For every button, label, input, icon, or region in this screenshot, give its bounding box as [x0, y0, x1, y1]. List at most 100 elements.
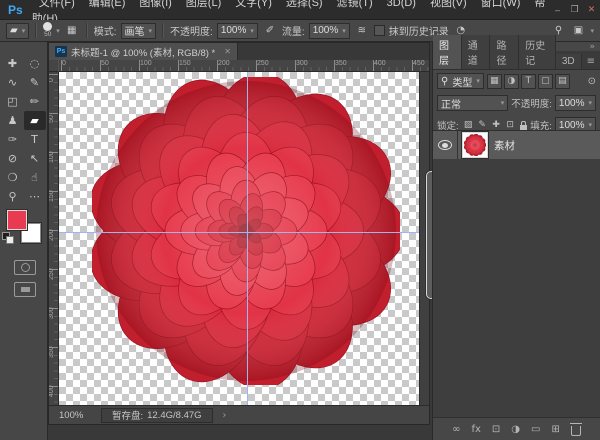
- lasso-tool[interactable]: ∿: [2, 73, 24, 92]
- filter-type-select[interactable]: ⚲ 类型 ▾: [437, 73, 484, 89]
- menu-item[interactable]: 窗口(W): [474, 0, 528, 9]
- ruler-number: 300: [296, 60, 308, 67]
- opacity-label: 不透明度:: [511, 96, 552, 110]
- zoom-level[interactable]: 100%: [59, 410, 101, 421]
- ruler-number: 350: [49, 348, 58, 358]
- brush-tool[interactable]: ✏: [24, 92, 46, 111]
- vertical-ruler[interactable]: 050100150200250300350400: [49, 72, 59, 405]
- blend-mode-select[interactable]: 正常 ▾: [437, 95, 508, 111]
- filter-pin-icon[interactable]: ⊙: [588, 76, 596, 87]
- menu-bar: Ps 文件(F)编辑(E)图像(I)图层(L)文字(Y)选择(S)滤镜(T)3D…: [0, 0, 600, 20]
- filter-icon-group: ▦◑T▢▤: [487, 74, 570, 89]
- vertical-guide[interactable]: [247, 72, 248, 405]
- menu-item[interactable]: 视图(V): [423, 0, 474, 9]
- chevron-down-icon: ▾: [476, 77, 480, 85]
- document-tab[interactable]: Ps 未标题-1 @ 100% (素材, RGB/8) * ✕: [49, 43, 238, 60]
- menu-item[interactable]: 编辑(E): [82, 0, 133, 9]
- minimize-button[interactable]: –: [549, 5, 566, 15]
- layer-filter-row: ⚲ 类型 ▾ ▦◑T▢▤ ⊙: [433, 70, 600, 92]
- panel-tab-4[interactable]: 3D: [556, 54, 582, 69]
- quick-select-tool[interactable]: ✎: [24, 73, 46, 92]
- layer-opacity-select[interactable]: 100% ▾: [555, 95, 596, 111]
- layer-style-icon[interactable]: fx: [471, 424, 480, 435]
- add-mask-icon[interactable]: ⊡: [492, 424, 500, 435]
- menu-item[interactable]: 选择(S): [279, 0, 330, 9]
- menu-item[interactable]: 图层(L): [179, 0, 228, 9]
- close-button[interactable]: ✕: [583, 4, 600, 15]
- chevron-down-icon[interactable]: ▾: [56, 27, 60, 35]
- clone-stamp-tool[interactable]: ♟: [2, 111, 24, 130]
- color-swatches: [0, 210, 48, 252]
- ruler-number: 100: [140, 60, 152, 67]
- pen-pressure-icon[interactable]: ✐: [262, 23, 278, 39]
- horizontal-ruler[interactable]: 050100150200250300350400450: [59, 60, 429, 72]
- panel-tab-1[interactable]: 通道: [462, 35, 491, 69]
- type-tool[interactable]: T: [24, 130, 46, 149]
- ps-logo: Ps: [0, 3, 32, 17]
- tool-preset-picker[interactable]: ▰ ▾: [6, 23, 29, 39]
- new-adjustment-layer-icon[interactable]: ◑: [511, 424, 520, 435]
- menu-item[interactable]: 3D(D): [380, 0, 423, 9]
- scratch-disk-indicator: 暂存盘: 12.4G/8.47G: [101, 408, 213, 423]
- layer-thumbnail[interactable]: [463, 133, 487, 157]
- history-brush-tool[interactable]: ✑: [2, 130, 24, 149]
- dodge-tool[interactable]: ⊘: [2, 149, 24, 168]
- blur-tool[interactable]: ❍: [2, 168, 24, 187]
- layer-row[interactable]: 素材: [433, 131, 600, 159]
- opacity-select[interactable]: 100% ▾: [217, 23, 258, 39]
- layer-name: 素材: [494, 138, 515, 153]
- path-select-tool[interactable]: ↖: [24, 149, 46, 168]
- foreground-color-swatch[interactable]: [7, 210, 27, 230]
- brush-preset-picker[interactable]: 50: [43, 22, 52, 39]
- horizontal-guide[interactable]: [59, 232, 419, 233]
- maximize-button[interactable]: ❐: [566, 4, 583, 15]
- erase-to-history-checkbox[interactable]: [374, 25, 385, 36]
- filter-pixel-layers-icon[interactable]: ▦: [487, 74, 502, 89]
- blend-mode-value: 正常: [441, 96, 461, 111]
- vertical-scrollbar[interactable]: [419, 72, 429, 405]
- toggle-brush-panel-icon[interactable]: ▦: [64, 23, 80, 39]
- eraser-tool[interactable]: ▰: [24, 111, 46, 130]
- edit-toolbar[interactable]: ⋯: [24, 187, 46, 206]
- zoom-tool[interactable]: ⚲: [2, 187, 24, 206]
- filter-adjustment-layers-icon[interactable]: ◑: [504, 74, 519, 89]
- move-tool[interactable]: ✚: [2, 54, 24, 73]
- menu-item[interactable]: 文字(Y): [228, 0, 279, 9]
- panel-tab-0[interactable]: 图层: [433, 35, 462, 69]
- tab-close-icon[interactable]: ✕: [224, 47, 231, 56]
- default-colors-icon[interactable]: [2, 232, 10, 240]
- link-layers-icon[interactable]: ∞: [452, 424, 460, 435]
- panel-tab-2[interactable]: 路径: [490, 35, 519, 69]
- hand-tool[interactable]: ☝: [24, 168, 46, 187]
- scratch-value: 12.4G/8.47G: [147, 410, 201, 421]
- airbrush-icon[interactable]: ≋: [354, 23, 370, 39]
- mode-label: 模式:: [94, 23, 117, 38]
- quick-mask-button[interactable]: [14, 260, 36, 275]
- filter-shape-layers-icon[interactable]: ▢: [538, 74, 553, 89]
- eraser-icon: ▰: [10, 25, 18, 36]
- new-group-icon[interactable]: ▭: [531, 424, 540, 435]
- menu-item[interactable]: 图像(I): [132, 0, 178, 9]
- filter-type-layers-icon[interactable]: T: [521, 74, 536, 89]
- mode-select[interactable]: 画笔 ▾: [121, 23, 157, 39]
- panel-tab-3[interactable]: 历史记: [519, 35, 556, 69]
- menu-item[interactable]: 滤镜(T): [330, 0, 380, 9]
- brush-size-value: 50: [44, 32, 51, 39]
- flow-select[interactable]: 100% ▾: [309, 23, 350, 39]
- status-chevron-icon[interactable]: ›: [223, 410, 227, 421]
- menu-item[interactable]: 文件(F): [32, 0, 82, 9]
- new-layer-icon[interactable]: ⊞: [551, 424, 559, 435]
- ruler-number: 200: [218, 60, 230, 67]
- visibility-cell[interactable]: [433, 131, 458, 159]
- divider: [35, 23, 37, 38]
- panel-menu-icon[interactable]: ≡: [582, 56, 600, 69]
- delete-layer-icon[interactable]: [571, 426, 581, 436]
- ruler-number: 200: [49, 231, 58, 241]
- chevron-down-icon: ▾: [250, 27, 254, 35]
- crop-tool[interactable]: ◰: [2, 92, 24, 111]
- marquee-tool[interactable]: ◌: [24, 54, 46, 73]
- collapse-panels-icon[interactable]: »: [589, 42, 595, 52]
- screen-mode-button[interactable]: [14, 282, 36, 297]
- canvas[interactable]: [59, 72, 419, 405]
- filter-smart-objects-icon[interactable]: ▤: [555, 74, 570, 89]
